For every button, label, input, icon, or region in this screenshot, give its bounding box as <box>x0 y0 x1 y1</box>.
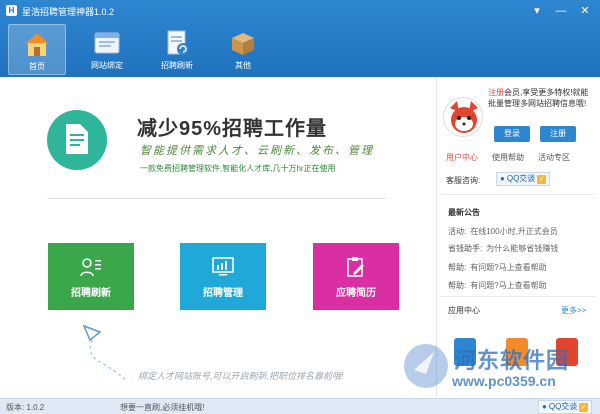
tab-recruit-refresh[interactable]: 招聘刷新 <box>148 24 206 75</box>
checkmark-icon: ✓ <box>579 402 589 412</box>
watermark-url: www.pc0359.cn <box>452 373 556 389</box>
tile-recruit-manage-label: 招聘管理 <box>203 288 243 299</box>
apps-more-link[interactable]: 更多>> <box>561 305 586 316</box>
window-title: 星浩招聘管理神器1.0.2 <box>22 7 115 17</box>
close-button[interactable]: ✕ <box>575 3 595 19</box>
app-header: H 星浩招聘管理神器1.0.2 ▾ — ✕ 首页 网站绑定 招聘刷新 其他 <box>0 0 600 77</box>
qq-penguin-icon: ● <box>500 174 505 183</box>
status-bar: 版本: 1.0.2 想要一直刷,必须挂机哦! ● QQ交谈 ✓ <box>0 398 600 414</box>
apps-title: 应用中心 <box>448 306 480 315</box>
tile-applicant-resumes-label: 应聘简历 <box>336 288 376 299</box>
title-bar: H 星浩招聘管理神器1.0.2 ▾ — ✕ <box>0 0 600 22</box>
register-promo: 注册会员,享受更多特权!就能批量管理多网站招聘信息哦! <box>488 87 594 109</box>
hero-description: 一款免费招聘管理软件,智能化人才库,几十万hr正在使用 <box>140 164 336 173</box>
fox-mascot-icon <box>450 101 478 133</box>
events-link[interactable]: 活动专区 <box>538 152 570 163</box>
register-button[interactable]: 注册 <box>540 126 576 142</box>
tab-recruit-refresh-label: 招聘刷新 <box>161 61 193 70</box>
tab-other-label: 其他 <box>235 61 251 70</box>
person-list-icon <box>80 258 101 277</box>
version-label: 版本: 1.0.2 <box>6 403 45 412</box>
announcement-item[interactable]: 帮助: 有问题?马上查看帮助 <box>448 262 547 273</box>
tab-home-label: 首页 <box>29 62 45 71</box>
menu-dropdown-button[interactable]: ▾ <box>527 3 547 19</box>
hero-divider <box>47 198 387 199</box>
clipboard-edit-icon <box>347 257 364 277</box>
qq-chat-label: QQ交谈 <box>506 174 536 183</box>
qq-penguin-icon: ● <box>542 402 547 411</box>
binding-tip: 绑定人才网站账号,可以开启刷新,把职位排名靠前哦! <box>138 371 344 381</box>
qq-chat-button[interactable]: ● QQ交谈 ✓ <box>496 172 551 186</box>
user-center-link[interactable]: 用户中心 <box>446 152 478 163</box>
tile-recruit-manage[interactable]: 招聘管理 <box>180 243 266 310</box>
avatar[interactable] <box>443 97 483 137</box>
hero-title: 减少95%招聘工作量 <box>137 118 328 140</box>
house-icon <box>25 33 49 56</box>
promo-text: 会员,享受更多特权!就能批量管理多网站招聘信息哦! <box>488 88 589 108</box>
monitor-chart-icon <box>212 257 234 276</box>
tab-other[interactable]: 其他 <box>214 24 272 75</box>
right-divider <box>441 296 595 297</box>
app-logo-icon: H <box>6 5 17 16</box>
announcement-title: 最新公告 <box>448 208 480 217</box>
status-message: 想要一直刷,必须挂机哦! <box>120 403 205 412</box>
right-divider <box>441 194 595 195</box>
hero-document-icon <box>47 110 107 170</box>
hero-subtitle: 智能提供需求人才、云刷新、发布、管理 <box>140 145 374 157</box>
tab-home[interactable]: 首页 <box>8 24 66 75</box>
service-label: 客服咨询: <box>446 176 481 185</box>
main-toolbar: 首页 网站绑定 招聘刷新 其他 <box>0 22 600 77</box>
help-link[interactable]: 使用帮助 <box>492 152 524 163</box>
status-qq-button[interactable]: ● QQ交谈 ✓ <box>538 400 593 414</box>
checkmark-icon: ✓ <box>537 174 547 184</box>
watermark-text: 河东软件园 <box>454 348 570 373</box>
announcement-item[interactable]: 帮助: 有问题?马上查看帮助 <box>448 280 547 291</box>
tile-applicant-resumes[interactable]: 应聘简历 <box>313 243 399 310</box>
status-qq-label: QQ交谈 <box>548 402 578 411</box>
announcement-item[interactable]: 活动: 在线100小时,升正式会员 <box>448 226 558 237</box>
tile-recruit-refresh[interactable]: 招聘刷新 <box>48 243 134 310</box>
tab-site-binding[interactable]: 网站绑定 <box>78 24 136 75</box>
document-refresh-icon <box>167 30 189 55</box>
tab-site-binding-label: 网站绑定 <box>91 61 123 70</box>
tile-recruit-refresh-label: 招聘刷新 <box>71 288 111 299</box>
package-box-icon <box>232 33 254 55</box>
register-link[interactable]: 注册 <box>488 88 504 97</box>
browser-window-icon <box>94 32 120 54</box>
minimize-button[interactable]: — <box>551 3 571 19</box>
announcement-item[interactable]: 省钱助手: 为什么能够省钱赚钱 <box>448 243 558 254</box>
login-button[interactable]: 登录 <box>494 126 530 142</box>
